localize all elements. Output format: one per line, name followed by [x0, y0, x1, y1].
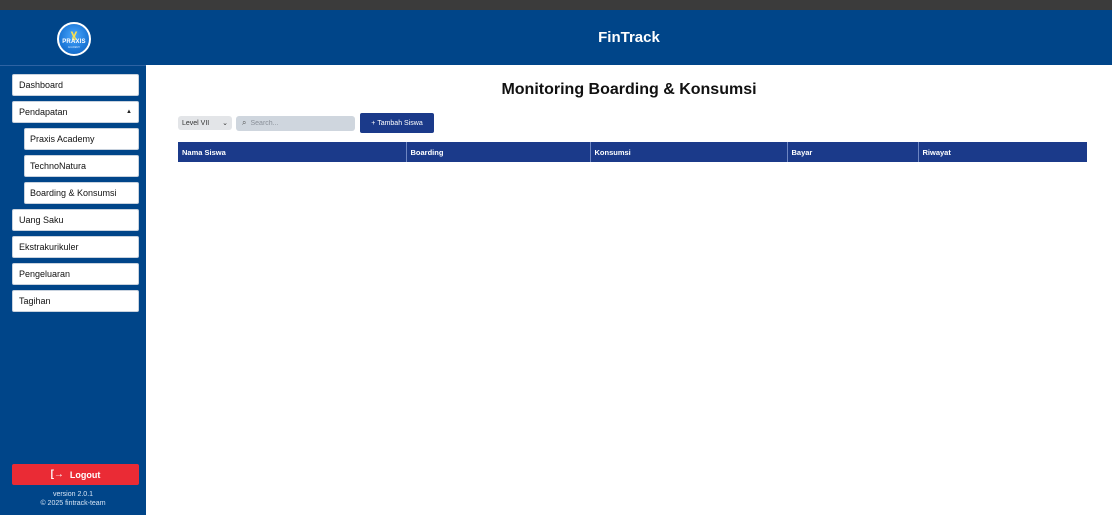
logo-area: ɣ PRAXIS ACADEMY — [0, 10, 146, 66]
sidebar-item-pendapatan[interactable]: Pendapatan ▲ — [12, 101, 139, 123]
app-header: FinTrack — [146, 10, 1112, 65]
search-input[interactable] — [250, 119, 341, 127]
column-header-bayar[interactable]: Bayar — [786, 142, 918, 162]
copyright-text: © 2025 fintrack-team — [40, 500, 106, 507]
caret-up-icon: ▲ — [126, 109, 132, 115]
search-icon: ⌕ — [242, 118, 247, 127]
browser-top-strip — [0, 0, 1112, 10]
sidebar-item-label: Uang Saku — [19, 215, 64, 225]
sidebar: ɣ PRAXIS ACADEMY Dashboard Pendapatan ▲ … — [0, 10, 146, 515]
level-select[interactable]: Level VII ⌄ — [178, 116, 232, 130]
level-select-value: Level VII — [182, 119, 210, 127]
version-info: version 2.0.1 © 2025 fintrack-team — [0, 490, 146, 508]
logo-sub: ACADEMY — [67, 46, 81, 49]
logo-text: PRAXIS — [62, 39, 86, 45]
version-text: version 2.0.1 — [52, 491, 94, 498]
chevron-down-icon: ⌄ — [222, 120, 228, 127]
app-title: FinTrack — [598, 29, 660, 46]
sidebar-item-label: Tagihan — [19, 296, 51, 306]
sidebar-item-label: TechnoNatura — [30, 161, 87, 171]
sidebar-item-ekstrakurikuler[interactable]: Ekstrakurikuler — [12, 236, 139, 258]
toolbar: Level VII ⌄ ⌕ + Tambah Siswa — [178, 113, 434, 133]
column-header-nama-siswa[interactable]: Nama Siswa — [178, 142, 406, 162]
sidebar-item-label: Ekstrakurikuler — [19, 242, 79, 252]
sidebar-item-label: Pengeluaran — [19, 269, 71, 279]
column-header-riwayat[interactable]: Riwayat — [917, 142, 1087, 162]
praxis-logo: ɣ PRAXIS ACADEMY — [57, 22, 91, 56]
page-title: Monitoring Boarding & Konsumsi — [501, 81, 757, 98]
boarding-table: Nama Siswa Boarding Konsumsi Bayar Riway… — [178, 142, 1087, 162]
table-header-row: Nama Siswa Boarding Konsumsi Bayar Riway… — [178, 142, 1087, 162]
column-header-boarding[interactable]: Boarding — [405, 142, 590, 162]
add-student-button[interactable]: + Tambah Siswa — [360, 113, 434, 133]
sidebar-nav: Dashboard Pendapatan ▲ Praxis Academy Te… — [12, 74, 139, 317]
sidebar-item-label: Dashboard — [19, 80, 64, 90]
logout-label: Logout — [69, 469, 101, 480]
sidebar-subitem-technonatura[interactable]: TechnoNatura — [24, 155, 139, 177]
logo-figure-icon: ɣ — [70, 27, 78, 41]
logout-button[interactable]: [→ Logout — [12, 464, 139, 485]
sidebar-item-label: Boarding & Konsumsi — [30, 188, 117, 198]
sidebar-item-label: Pendapatan — [19, 107, 68, 117]
sidebar-item-label: Praxis Academy — [30, 134, 95, 144]
sidebar-subitem-praxis-academy[interactable]: Praxis Academy — [24, 128, 139, 150]
search-box[interactable]: ⌕ — [236, 115, 355, 131]
main-content: Monitoring Boarding & Konsumsi Level VII… — [146, 65, 1112, 515]
logout-icon: [→ — [50, 469, 64, 480]
sidebar-subitem-boarding-konsumsi[interactable]: Boarding & Konsumsi — [24, 182, 139, 204]
sidebar-item-tagihan[interactable]: Tagihan — [12, 290, 139, 312]
column-header-konsumsi[interactable]: Konsumsi — [589, 142, 787, 162]
sidebar-item-uang-saku[interactable]: Uang Saku — [12, 209, 139, 231]
sidebar-item-pengeluaran[interactable]: Pengeluaran — [12, 263, 139, 285]
sidebar-item-dashboard[interactable]: Dashboard — [12, 74, 139, 96]
